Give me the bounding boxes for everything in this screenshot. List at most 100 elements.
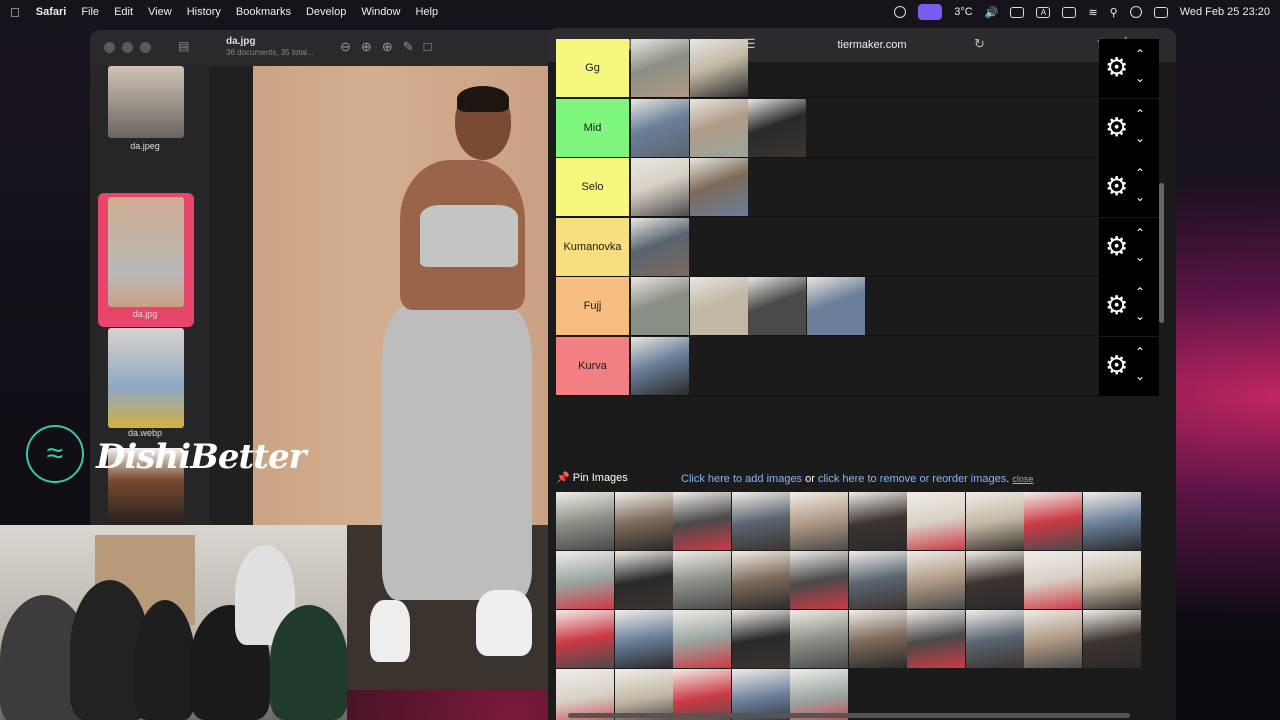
weather-temp[interactable]: 3°C: [954, 6, 972, 18]
horizontal-scrollbar[interactable]: [568, 713, 1130, 718]
window-switch-icon[interactable]: [918, 4, 943, 20]
pool-image[interactable]: [556, 610, 614, 668]
tier-image[interactable]: [631, 217, 689, 276]
tier-image[interactable]: [689, 39, 748, 97]
move-down-icon[interactable]: ⌄: [1135, 190, 1145, 204]
control-center-icon[interactable]: [1153, 6, 1168, 18]
pool-image[interactable]: [1024, 551, 1082, 609]
pool-image[interactable]: [907, 610, 965, 668]
tier-label[interactable]: Kumanovka: [556, 217, 629, 276]
tier-label[interactable]: Kurva: [556, 336, 629, 395]
move-up-icon[interactable]: ⌃: [1135, 285, 1145, 299]
add-images-link[interactable]: Click here to add images: [681, 473, 802, 485]
vertical-scrollbar[interactable]: [1159, 183, 1164, 323]
screen-record-icon[interactable]: [894, 6, 907, 18]
zoom-fit-icon[interactable]: ⊕: [382, 39, 393, 55]
sidebar-toggle-icon[interactable]: ▤: [178, 39, 189, 53]
markup-icon[interactable]: ✎: [403, 39, 414, 55]
menu-edit[interactable]: Edit: [114, 6, 133, 18]
move-down-icon[interactable]: ⌄: [1135, 71, 1145, 85]
pool-image[interactable]: [673, 551, 731, 609]
tier-image[interactable]: [689, 277, 748, 335]
zoom-in-icon[interactable]: ⊕: [361, 39, 372, 55]
tier-image[interactable]: [689, 98, 748, 157]
pool-image[interactable]: [731, 492, 790, 550]
move-up-icon[interactable]: ⌃: [1135, 47, 1145, 61]
move-up-icon[interactable]: ⌃: [1135, 226, 1145, 240]
gear-icon[interactable]: ⚙: [1105, 232, 1128, 260]
battery-icon[interactable]: [1062, 6, 1077, 18]
pool-image[interactable]: [673, 610, 731, 668]
pool-image[interactable]: [1024, 492, 1082, 550]
move-down-icon[interactable]: ⌄: [1135, 250, 1145, 264]
menu-file[interactable]: File: [81, 6, 99, 18]
pool-image[interactable]: [848, 492, 907, 550]
gear-icon[interactable]: ⚙: [1105, 172, 1128, 200]
zoom-button[interactable]: [140, 42, 151, 53]
pool-image[interactable]: [965, 610, 1024, 668]
wifi-icon[interactable]: ≋: [1088, 6, 1097, 19]
display-icon[interactable]: [1010, 6, 1025, 18]
pool-image[interactable]: [556, 492, 614, 550]
share-icon[interactable]: □: [424, 39, 432, 55]
zoom-out-icon[interactable]: ⊖: [340, 39, 351, 55]
search-icon[interactable]: ⚲: [1110, 6, 1118, 19]
tier-image[interactable]: [689, 158, 748, 216]
menu-history[interactable]: History: [187, 6, 221, 18]
pool-image[interactable]: [1082, 551, 1141, 609]
pool-image[interactable]: [848, 551, 907, 609]
move-down-icon[interactable]: ⌄: [1135, 131, 1145, 145]
move-up-icon[interactable]: ⌃: [1135, 345, 1145, 359]
tier-label[interactable]: Gg: [556, 39, 629, 97]
tier-image[interactable]: [631, 158, 689, 216]
tier-image[interactable]: [748, 277, 806, 335]
tier-image[interactable]: [631, 277, 689, 335]
pool-image[interactable]: [1024, 610, 1082, 668]
input-source-indicator[interactable]: A: [1036, 6, 1051, 18]
tier-label[interactable]: Selo: [556, 158, 629, 216]
pool-image[interactable]: [614, 551, 673, 609]
menu-datetime[interactable]: Wed Feb 25 23:20: [1180, 6, 1270, 18]
tier-image[interactable]: [631, 98, 689, 157]
pool-image[interactable]: [673, 492, 731, 550]
pool-image[interactable]: [731, 551, 790, 609]
minimize-button[interactable]: [122, 42, 133, 53]
tier-image[interactable]: [806, 277, 865, 335]
menu-view[interactable]: View: [148, 6, 172, 18]
menu-develop[interactable]: Develop: [306, 6, 346, 18]
pool-image[interactable]: [614, 610, 673, 668]
pool-image[interactable]: [790, 492, 848, 550]
thumbnail-3[interactable]: [108, 328, 184, 428]
pool-image[interactable]: [1082, 610, 1141, 668]
pool-image[interactable]: [790, 610, 848, 668]
pool-image[interactable]: [907, 551, 965, 609]
move-up-icon[interactable]: ⌃: [1135, 107, 1145, 121]
pool-image[interactable]: [556, 551, 614, 609]
pin-images-toggle[interactable]: 📌 Pin Images: [556, 471, 628, 484]
pool-image[interactable]: [790, 551, 848, 609]
menu-help[interactable]: Help: [415, 6, 438, 18]
pool-image[interactable]: [614, 492, 673, 550]
tier-image[interactable]: [631, 336, 689, 395]
thumbnail-2[interactable]: [108, 197, 184, 307]
thumbnail-1[interactable]: [108, 66, 184, 138]
siri-icon[interactable]: [1129, 6, 1142, 18]
move-down-icon[interactable]: ⌄: [1135, 369, 1145, 383]
move-down-icon[interactable]: ⌄: [1135, 309, 1145, 323]
menu-app-name[interactable]: Safari: [36, 6, 67, 18]
tier-image[interactable]: [631, 39, 689, 97]
gear-icon[interactable]: ⚙: [1105, 351, 1128, 379]
tier-label[interactable]: Fujj: [556, 277, 629, 335]
gear-icon[interactable]: ⚙: [1105, 291, 1128, 319]
gear-icon[interactable]: ⚙: [1105, 53, 1128, 81]
gear-icon[interactable]: ⚙: [1105, 113, 1128, 141]
pool-image[interactable]: [731, 610, 790, 668]
pool-image[interactable]: [965, 551, 1024, 609]
menu-window[interactable]: Window: [361, 6, 400, 18]
menu-bookmarks[interactable]: Bookmarks: [236, 6, 291, 18]
volume-icon[interactable]: 🔊: [985, 6, 999, 19]
tier-image[interactable]: [748, 98, 806, 157]
pool-image[interactable]: [1082, 492, 1141, 550]
tier-label[interactable]: Mid: [556, 98, 629, 157]
pool-image[interactable]: [907, 492, 965, 550]
